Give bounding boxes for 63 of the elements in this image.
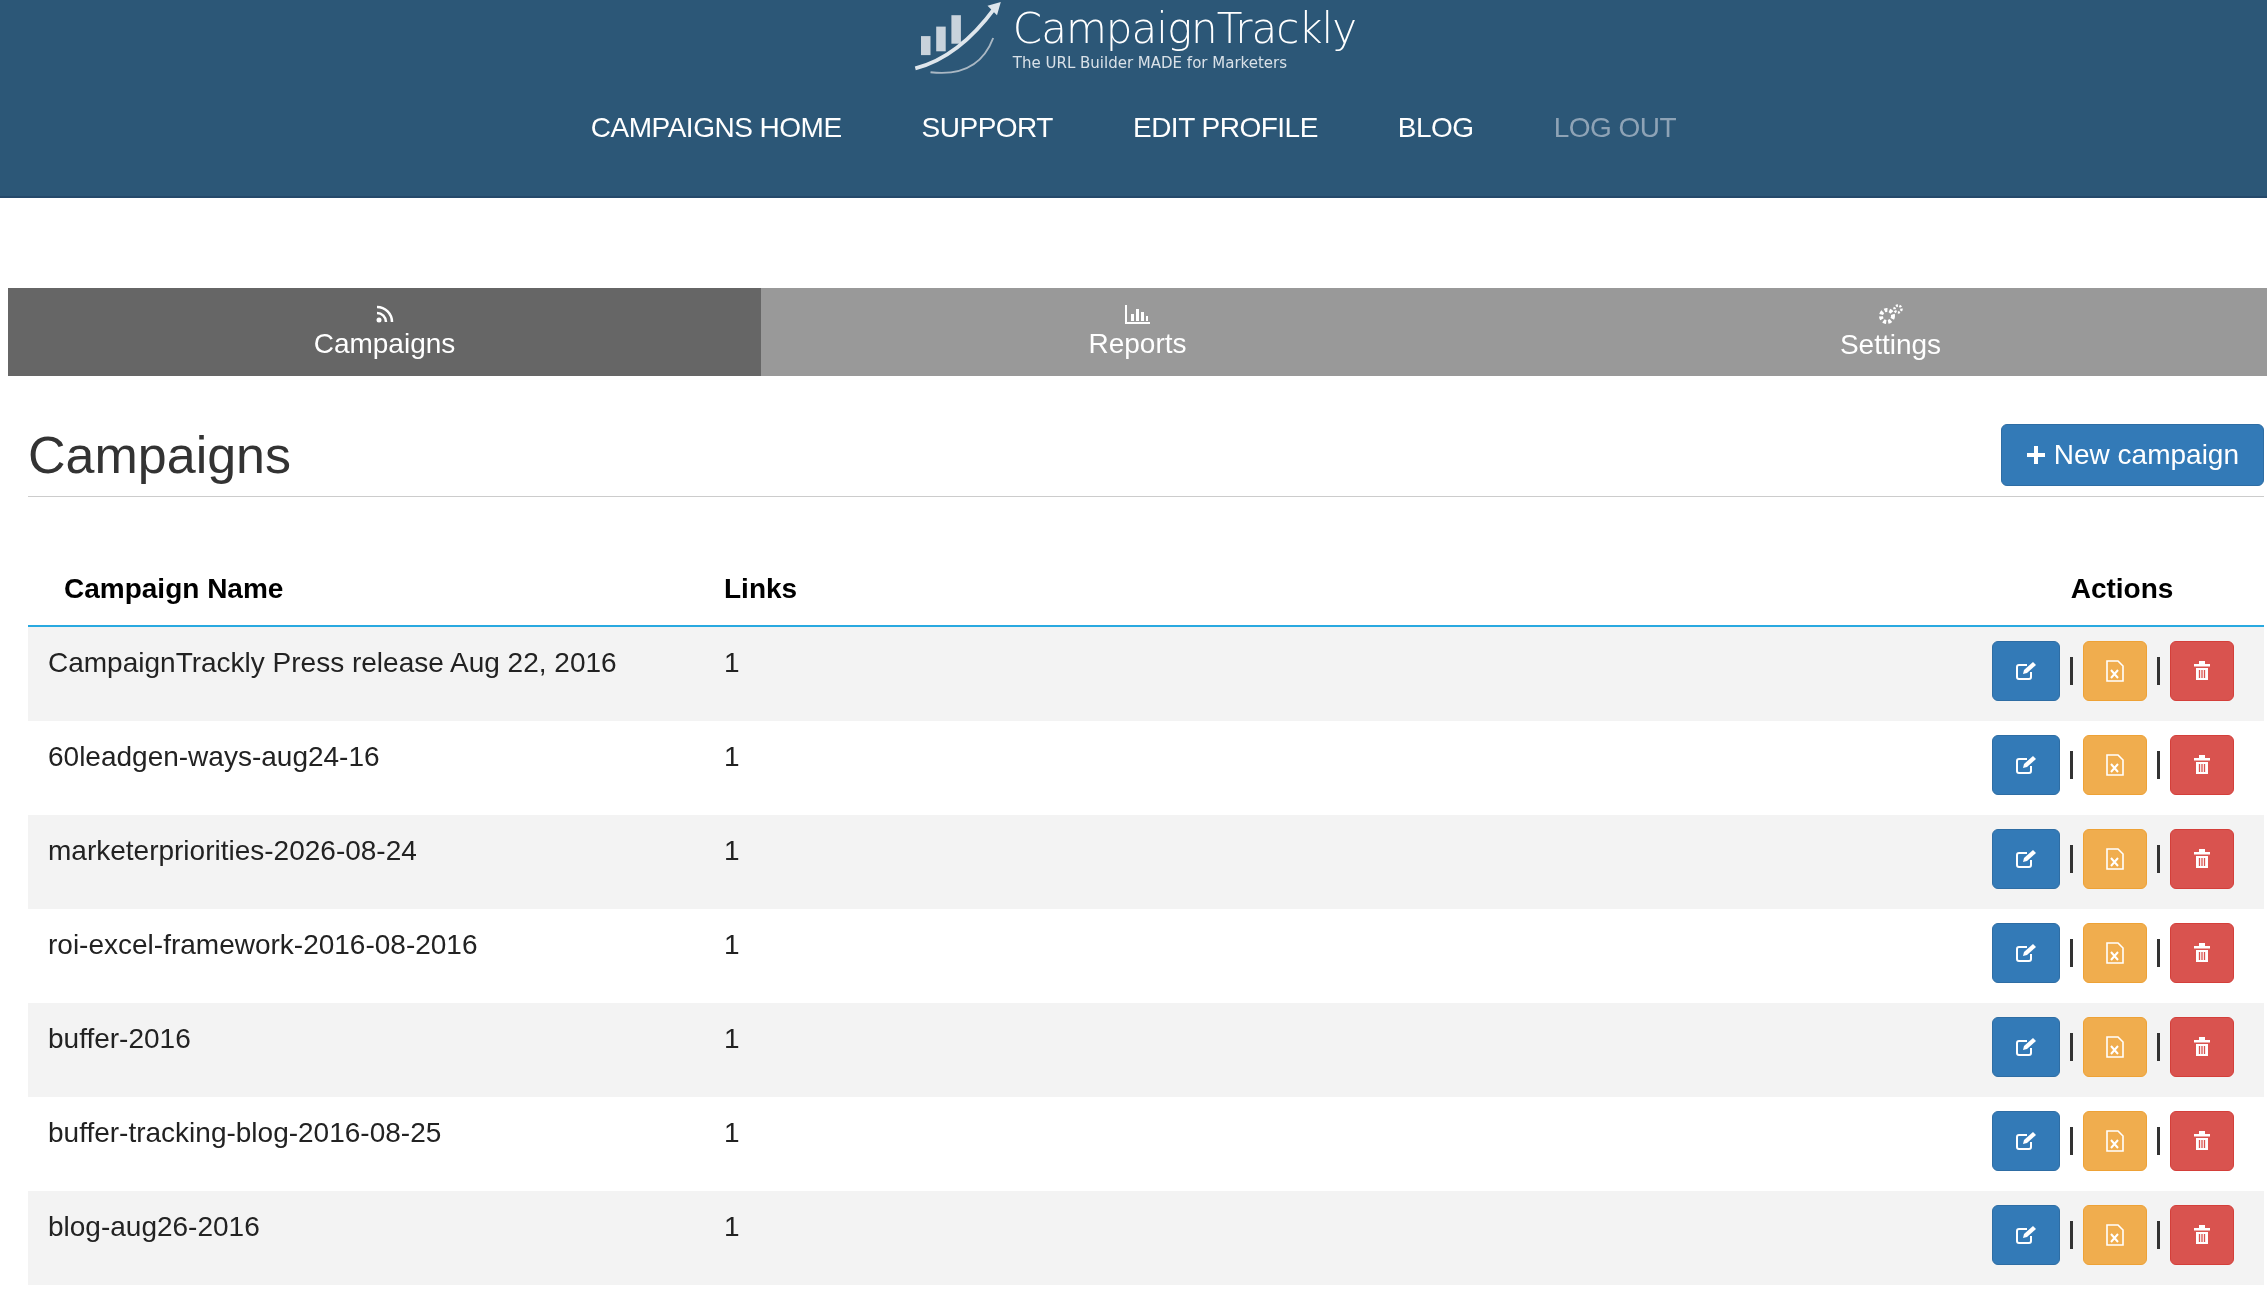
table-cell: 1 bbox=[724, 1003, 1964, 1097]
edit-button[interactable] bbox=[1992, 923, 2060, 983]
trash-icon bbox=[2194, 1037, 2210, 1057]
trash-icon bbox=[2194, 755, 2210, 775]
edit-icon bbox=[2015, 755, 2037, 775]
nav-link[interactable]: LOG OUT bbox=[1553, 112, 1677, 144]
table-cell: marketerpriorities-2026-08-24 bbox=[28, 815, 724, 909]
delete-button[interactable] bbox=[2170, 1017, 2234, 1077]
excel-file-icon bbox=[2106, 848, 2124, 870]
table-cell: roi-excel-framework-2016-08-2016 bbox=[28, 909, 724, 1003]
trash-icon bbox=[2194, 943, 2210, 963]
edit-button[interactable] bbox=[1992, 1017, 2060, 1077]
table-cell: 1 bbox=[724, 909, 1964, 1003]
delete-button[interactable] bbox=[2170, 1205, 2234, 1265]
excel-file-icon bbox=[2106, 660, 2124, 682]
excel-file-icon bbox=[2106, 1130, 2124, 1152]
nav-link[interactable]: BLOG bbox=[1397, 112, 1474, 144]
settings-icon bbox=[1877, 303, 1904, 325]
trash-icon bbox=[2194, 1225, 2210, 1245]
excel-file-icon bbox=[2106, 1036, 2124, 1058]
nav-link[interactable]: CAMPAIGNS HOME bbox=[590, 112, 842, 144]
table-cell: 1 bbox=[724, 626, 1964, 721]
edit-icon bbox=[2015, 849, 2037, 869]
tab[interactable]: Campaigns bbox=[8, 288, 761, 376]
table-cell: 60leadgen-ways-aug24-16 bbox=[28, 721, 724, 815]
excel-file-icon bbox=[2106, 942, 2124, 964]
table-cell: CampaignTrackly Press release Aug 22, 2016 bbox=[28, 626, 724, 721]
logo-tagline: The URL Builder MADE for Marketers bbox=[1012, 54, 1289, 72]
plus-icon bbox=[2025, 445, 2046, 465]
table-cell: 1 bbox=[724, 721, 1964, 815]
trash-icon bbox=[2194, 661, 2210, 681]
trash-icon bbox=[2194, 849, 2210, 869]
page-title: Campaigns bbox=[28, 425, 292, 485]
edit-icon bbox=[2015, 1037, 2037, 1057]
edit-button[interactable] bbox=[1992, 1205, 2060, 1265]
table-cell: 1 bbox=[724, 1097, 1964, 1191]
bar-chart-icon bbox=[1124, 304, 1151, 324]
edit-icon bbox=[2015, 1225, 2037, 1245]
rss-icon bbox=[374, 304, 395, 324]
excel-file-icon bbox=[2106, 754, 2124, 776]
table-cell: buffer-2016 bbox=[28, 1003, 724, 1097]
delete-button[interactable] bbox=[2170, 923, 2234, 983]
nav-link[interactable]: SUPPORT bbox=[921, 112, 1053, 144]
nav-link[interactable]: EDIT PROFILE bbox=[1132, 112, 1318, 144]
edit-icon bbox=[2015, 1131, 2037, 1151]
table-cell: 1 bbox=[724, 815, 1964, 909]
delete-button[interactable] bbox=[2170, 1111, 2234, 1171]
table-cell: blog-aug26-2016 bbox=[28, 1191, 724, 1285]
delete-button[interactable] bbox=[2170, 735, 2234, 795]
edit-icon bbox=[2015, 943, 2037, 963]
excel-file-icon bbox=[2106, 1224, 2124, 1246]
new-campaign-button[interactable]: New campaign bbox=[2000, 424, 2264, 486]
delete-button[interactable] bbox=[2170, 829, 2234, 889]
logo-title: CampaignTrackly bbox=[1012, 4, 1357, 54]
table-cell: 1 bbox=[724, 1191, 1964, 1285]
edit-icon bbox=[2015, 661, 2037, 681]
table-cell: buffer-tracking-blog-2016-08-25 bbox=[28, 1097, 724, 1191]
trash-icon bbox=[2194, 1131, 2210, 1151]
edit-button[interactable] bbox=[1992, 641, 2060, 701]
delete-button[interactable] bbox=[2170, 641, 2234, 701]
edit-button[interactable] bbox=[1992, 829, 2060, 889]
edit-button[interactable] bbox=[1992, 1111, 2060, 1171]
edit-button[interactable] bbox=[1992, 735, 2060, 795]
